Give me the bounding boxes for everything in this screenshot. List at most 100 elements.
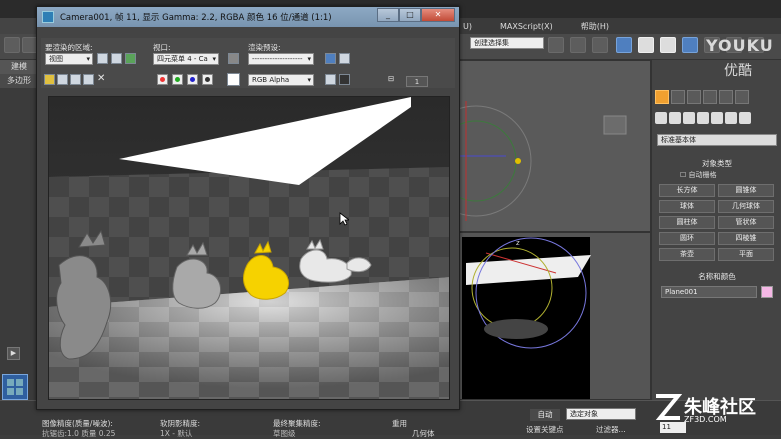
object-type-header[interactable]: 对象类型 (657, 158, 777, 168)
frame-icon: ⊟ (388, 74, 395, 83)
menu-maxscript[interactable]: MAXScript(X) (500, 22, 553, 31)
mono-display-icon[interactable] (325, 74, 336, 85)
hierarchy-tab-icon[interactable] (687, 90, 701, 104)
pyramid-button[interactable]: 四棱锥 (718, 232, 774, 245)
motion-tab-icon[interactable] (703, 90, 717, 104)
maximize-button[interactable]: □ (399, 8, 421, 22)
youku-logo: YOUKU (706, 36, 774, 55)
print-icon[interactable] (83, 74, 94, 85)
area-to-render-label: 要渲染的区域: (45, 43, 93, 52)
viewport-top[interactable] (455, 60, 651, 232)
schematic-icon[interactable] (660, 37, 676, 53)
cylinder-button[interactable]: 圆柱体 (659, 216, 715, 229)
object-name-field[interactable]: Plane001 (661, 286, 757, 298)
region-select-icon[interactable] (125, 53, 136, 64)
command-panel-tabs (655, 90, 777, 106)
soft-shadow-value: 1X - 默认 (160, 429, 193, 438)
app-icon (42, 11, 54, 23)
tube-button[interactable]: 管状体 (718, 216, 774, 229)
clone-window-icon[interactable] (70, 74, 81, 85)
spinner-field[interactable]: 1 (406, 76, 428, 87)
rendered-scene (49, 97, 449, 399)
autogrid-checkbox[interactable]: ☐ 自动栅格 (680, 170, 717, 180)
rendered-image (48, 96, 450, 400)
tab-polygon[interactable]: 多边形 (0, 74, 38, 88)
link-icon[interactable] (4, 37, 20, 53)
name-color-header[interactable]: 名称和颜色 (657, 271, 777, 281)
play-icon[interactable]: ▶ (7, 347, 20, 360)
material-editor-icon[interactable] (682, 37, 698, 53)
save-image-icon[interactable] (44, 74, 55, 85)
render-setup-icon[interactable] (325, 53, 336, 64)
cameras-icon[interactable] (697, 112, 709, 124)
mirror-icon[interactable] (548, 37, 564, 53)
layer-icon[interactable] (592, 37, 608, 53)
curve-editor-icon[interactable] (638, 37, 654, 53)
render-preset-label: 渲染预设: (248, 43, 281, 52)
viewport-persp-gizmo: z (466, 237, 591, 349)
axis-z-label: z (516, 239, 520, 247)
aa-quality-label: 抗锯齿:1.0 质量 0.25 (42, 429, 116, 438)
final-gather-value: 草图级 (273, 429, 296, 438)
viewport-dropdown[interactable]: 四元菜单 4 - Ca (153, 53, 219, 65)
auto-key-button[interactable]: 自动 (530, 409, 560, 421)
set-key-button[interactable]: 设置关键点 (526, 424, 564, 435)
filter-button[interactable]: 过滤器... (596, 424, 626, 435)
red-channel-toggle[interactable] (157, 74, 168, 85)
tab-modeling[interactable]: 建模 (0, 60, 38, 74)
color-swatch[interactable] (227, 73, 240, 86)
plane-button[interactable]: 平面 (718, 248, 774, 261)
menu-help[interactable]: 帮助(H) (581, 21, 609, 32)
alpha-channel-toggle[interactable] (202, 74, 213, 85)
box-button[interactable]: 长方体 (659, 184, 715, 197)
site-url: ZF3D.COM (684, 415, 727, 424)
green-channel-toggle[interactable] (172, 74, 183, 85)
toggle-ui-icon[interactable] (339, 74, 350, 85)
blue-channel-toggle[interactable] (187, 74, 198, 85)
mouse-cursor-icon (339, 212, 349, 226)
edit-region-icon[interactable] (97, 53, 108, 64)
autogrid-label: 自动栅格 (688, 171, 717, 179)
geometry-icon[interactable] (655, 112, 667, 124)
display-tab-icon[interactable] (719, 90, 733, 104)
render-preset-dropdown[interactable]: -------------------- (248, 53, 314, 65)
close-button[interactable]: ✕ (421, 8, 455, 22)
auto-region-icon[interactable] (111, 53, 122, 64)
selection-set-dropdown[interactable]: 创建选择集 (470, 37, 544, 49)
object-category-dropdown[interactable]: 标准基本体 (657, 134, 777, 146)
lights-icon[interactable] (683, 112, 695, 124)
key-filter-dropdown[interactable]: 选定对象 (566, 408, 636, 420)
utilities-tab-icon[interactable] (735, 90, 749, 104)
create-subcategories (655, 112, 777, 130)
graph-editor-icon[interactable] (616, 37, 632, 53)
clear-icon[interactable]: ✕ (97, 73, 105, 84)
object-color-swatch[interactable] (761, 286, 773, 298)
systems-icon[interactable] (739, 112, 751, 124)
area-to-render-dropdown[interactable]: 视图 (45, 53, 93, 65)
modify-tab-icon[interactable] (671, 90, 685, 104)
viewport-perspective[interactable]: z (455, 232, 651, 400)
spacewarps-icon[interactable] (725, 112, 737, 124)
sphere-button[interactable]: 球体 (659, 200, 715, 213)
reuse-label: 重用 (392, 419, 407, 428)
lock-icon[interactable] (228, 53, 239, 64)
create-tab-icon[interactable] (655, 90, 669, 104)
teapot-button[interactable]: 茶壶 (659, 248, 715, 261)
shapes-icon[interactable] (669, 112, 681, 124)
geosphere-button[interactable]: 几何球体 (718, 200, 774, 213)
cone-button[interactable]: 圆锥体 (718, 184, 774, 197)
align-icon[interactable] (570, 37, 586, 53)
viewport-label: 视口: (153, 43, 171, 52)
render-window-title: Camera001, 帧 11, 显示 Gamma: 2.2, RGBA 颜色 … (60, 13, 332, 23)
helpers-icon[interactable] (711, 112, 723, 124)
viewport-top-gizmo (456, 101, 627, 221)
viewport-layout-icon[interactable] (2, 374, 28, 400)
copy-image-icon[interactable] (57, 74, 68, 85)
environment-icon[interactable] (339, 53, 350, 64)
channel-display-dropdown[interactable]: RGB Alpha (248, 74, 314, 86)
youku-logo-cn: 优酷 (724, 63, 752, 79)
minimize-button[interactable]: _ (377, 8, 399, 22)
geometry-checkbox-label[interactable]: 几何体 (412, 428, 435, 439)
menu-item[interactable]: U) (463, 22, 472, 31)
torus-button[interactable]: 圆环 (659, 232, 715, 245)
